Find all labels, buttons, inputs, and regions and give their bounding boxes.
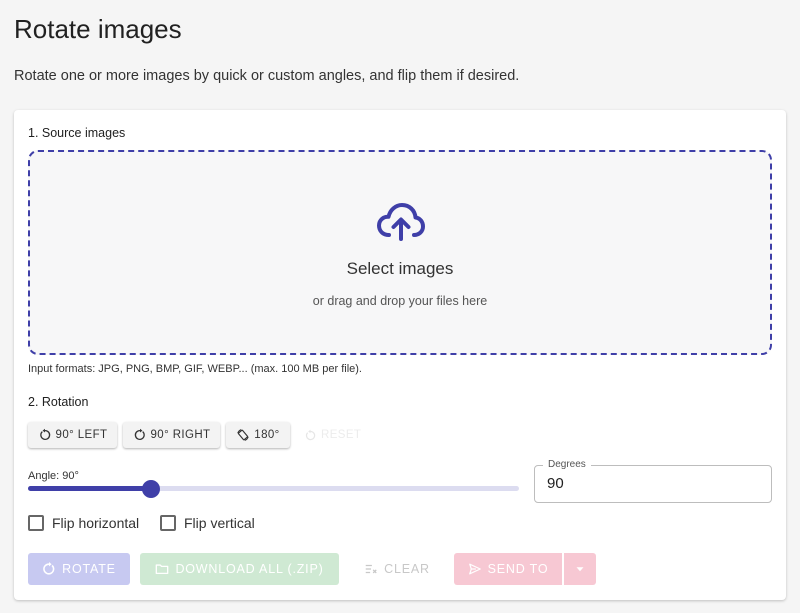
flip-horizontal-checkbox[interactable] <box>28 515 44 531</box>
folder-icon <box>156 564 169 575</box>
flip-vertical-checkbox[interactable] <box>160 515 176 531</box>
download-all-button[interactable]: DOWNLOAD ALL (.ZIP) <box>140 553 339 585</box>
angle-slider-fill <box>28 486 151 491</box>
rotate-180-button[interactable]: 180° <box>226 422 290 448</box>
send-to-dropdown-button[interactable] <box>564 553 596 585</box>
dropzone-subtitle: or drag and drop your files here <box>312 294 488 308</box>
rotate-label: ROTATE <box>62 562 116 576</box>
angle-slider[interactable] <box>28 480 519 498</box>
rotate-180-icon <box>237 429 250 441</box>
caret-down-icon <box>576 567 584 572</box>
clear-label: CLEAR <box>384 562 430 576</box>
angle-slider-thumb[interactable] <box>141 480 160 498</box>
reset-label: RESET <box>321 429 362 441</box>
flip-vertical-option[interactable]: Flip vertical <box>160 515 255 531</box>
cloud-upload-icon <box>377 203 425 241</box>
rotate-button[interactable]: ROTATE <box>28 553 130 585</box>
rotate-right-label: 90° RIGHT <box>150 429 211 441</box>
rotate-left-button[interactable]: 90° LEFT <box>28 422 117 448</box>
dropzone-title: Select images <box>346 259 454 278</box>
rotate-left-label: 90° LEFT <box>55 429 108 441</box>
rotate-icon <box>43 562 55 575</box>
degrees-label: Degrees <box>543 459 591 470</box>
source-images-label: 1. Source images <box>28 126 126 140</box>
rotate-right-button[interactable]: 90° RIGHT <box>123 422 220 448</box>
input-formats-note: Input formats: JPG, PNG, BMP, GIF, WEBP.… <box>28 363 362 375</box>
send-to-button[interactable]: SEND TO <box>454 553 562 585</box>
image-dropzone[interactable]: Select images or drag and drop your file… <box>28 150 772 355</box>
clear-button[interactable]: CLEAR <box>350 553 444 585</box>
rotate-right-icon <box>134 428 145 440</box>
rotate-card: 1. Source images Select images or drag a… <box>14 110 786 600</box>
flip-horizontal-option[interactable]: Flip horizontal <box>28 515 139 531</box>
page-title: Rotate images <box>14 14 182 44</box>
flip-horizontal-label: Flip horizontal <box>52 515 140 531</box>
degrees-input[interactable] <box>547 475 747 492</box>
rotate-180-label: 180° <box>254 429 280 441</box>
send-to-label: SEND TO <box>487 562 549 576</box>
degrees-field: Degrees <box>534 459 772 503</box>
rotation-label: 2. Rotation <box>28 395 89 409</box>
angle-slider-label: Angle: 90° <box>28 470 79 482</box>
reset-icon <box>305 429 316 440</box>
flip-vertical-label: Flip vertical <box>184 515 255 531</box>
reset-button[interactable]: RESET <box>304 422 361 448</box>
download-all-label: DOWNLOAD ALL (.ZIP) <box>175 562 324 576</box>
clear-list-icon <box>365 564 377 574</box>
send-icon <box>468 563 481 575</box>
page-subtitle: Rotate one or more images by quick or cu… <box>14 68 520 84</box>
rotate-left-icon <box>39 428 50 440</box>
